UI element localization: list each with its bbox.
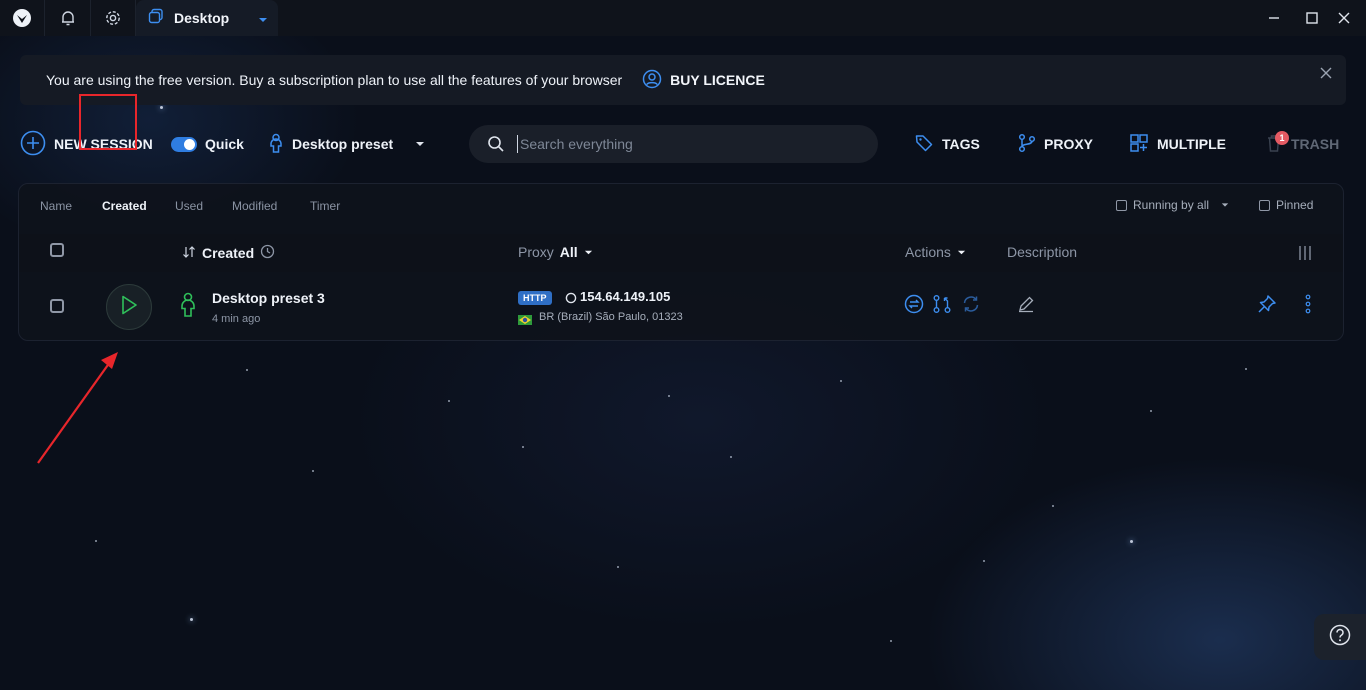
multiple-label: MULTIPLE	[1157, 136, 1226, 152]
proxy-filter-value: All	[559, 244, 578, 260]
banner-message: You are using the free version. Buy a su…	[46, 72, 623, 88]
trash-count-badge: 1	[1275, 131, 1289, 145]
free-version-banner: You are using the free version. Buy a su…	[20, 55, 1346, 105]
proxy-button[interactable]: PROXY	[1018, 130, 1093, 158]
sessions-table: Name Created Used Modified Timer Running…	[18, 183, 1344, 341]
actions-column-header[interactable]: Actions	[905, 244, 966, 260]
created-column-header[interactable]: Created	[182, 244, 275, 262]
swap-icon	[904, 294, 924, 319]
pinned-filter-label: Pinned	[1276, 198, 1314, 212]
pin-button[interactable]	[1256, 294, 1278, 319]
gear-icon[interactable]	[91, 0, 136, 36]
created-header-label: Created	[202, 245, 255, 261]
help-button[interactable]	[1314, 614, 1366, 660]
sort-tab-timer[interactable]: Timer	[310, 199, 340, 213]
grid-plus-icon	[1129, 133, 1149, 156]
chevron-down-icon	[584, 244, 593, 260]
tag-icon	[914, 133, 934, 156]
buy-licence-label: BUY LICENCE	[670, 72, 765, 88]
sort-tab-used[interactable]: Used	[175, 199, 203, 213]
chevron-down-icon	[957, 244, 966, 260]
sync-action-button[interactable]	[903, 294, 925, 319]
row-checkbox[interactable]	[50, 299, 64, 313]
proxy-column-header[interactable]: Proxy All	[518, 244, 593, 260]
quick-switch[interactable]	[171, 136, 197, 152]
running-by-filter[interactable]: Running by all	[1116, 198, 1229, 212]
search-bar	[469, 125, 878, 163]
multiple-button[interactable]: MULTIPLE	[1129, 130, 1226, 158]
select-all-checkbox[interactable]	[50, 243, 64, 257]
tab-label: Desktop	[174, 10, 230, 26]
proxy-ip[interactable]: 154.64.149.105	[580, 289, 670, 304]
buy-licence-button[interactable]: BUY LICENCE	[642, 69, 765, 92]
preset-label: Desktop preset	[292, 136, 394, 152]
brazil-flag-icon	[518, 312, 532, 330]
user-circle-icon	[642, 69, 662, 92]
proxy-branch-icon	[1018, 133, 1036, 156]
plus-circle-icon	[20, 130, 46, 159]
running-filter-label: Running by all	[1133, 198, 1210, 212]
proxy-label: PROXY	[1044, 136, 1094, 152]
question-icon	[1329, 624, 1351, 651]
vertical-dots-icon	[1305, 294, 1311, 319]
proxy-location: BR (Brazil) São Paulo, 01323	[539, 311, 683, 323]
sort-arrows-icon	[182, 245, 196, 262]
table-header: Created Proxy All Actions Description	[19, 234, 1343, 272]
running-checkbox[interactable]	[1116, 199, 1127, 211]
pinned-checkbox[interactable]	[1259, 199, 1270, 211]
description-column-header: Description	[1007, 244, 1078, 260]
refresh-icon	[961, 294, 981, 319]
trash-label: TRASH	[1291, 136, 1340, 152]
sort-tab-created[interactable]: Created	[102, 199, 147, 213]
pinned-filter[interactable]: Pinned	[1259, 198, 1313, 212]
red-arrow-annotation	[37, 352, 118, 464]
chevron-down-icon	[1221, 198, 1229, 212]
branch-icon	[932, 294, 952, 319]
profile-name[interactable]: Desktop preset 3	[212, 290, 325, 306]
pin-icon	[1257, 294, 1277, 319]
chevron-down-icon[interactable]	[258, 12, 268, 30]
bell-icon[interactable]	[46, 0, 91, 36]
tags-button[interactable]: TAGS	[914, 130, 980, 158]
start-session-button[interactable]	[106, 284, 152, 330]
chevron-down-icon	[415, 136, 425, 152]
preset-selector[interactable]: Desktop preset	[268, 130, 425, 158]
actions-header-label: Actions	[905, 244, 951, 260]
search-icon	[487, 135, 505, 153]
more-options-button[interactable]	[1297, 294, 1319, 319]
tags-label: TAGS	[942, 136, 980, 152]
pencil-icon	[1017, 295, 1035, 318]
sort-tab-name[interactable]: Name	[40, 199, 72, 213]
proxy-status-icon	[565, 291, 577, 309]
app-logo-icon[interactable]	[0, 0, 45, 36]
columns-settings-icon[interactable]	[1297, 245, 1313, 266]
search-input[interactable]	[517, 135, 852, 153]
proxy-action-button[interactable]	[931, 294, 953, 319]
profile-created-time: 4 min ago	[212, 313, 261, 325]
proxy-header-label: Proxy	[518, 244, 554, 260]
sort-tab-modified[interactable]: Modified	[232, 199, 277, 213]
quick-label: Quick	[205, 136, 244, 152]
close-window-button[interactable]	[1322, 0, 1366, 36]
clock-icon	[260, 244, 275, 262]
tab-desktop[interactable]: Desktop	[136, 0, 278, 36]
desktop-profiles-icon	[148, 8, 164, 29]
title-bar: Desktop	[0, 0, 1366, 36]
table-row[interactable]: Desktop preset 3 4 min ago HTTP 154.64.1…	[19, 272, 1343, 340]
profile-person-icon	[179, 292, 197, 323]
refresh-action-button[interactable]	[960, 295, 982, 317]
highlight-box	[79, 94, 137, 150]
quick-toggle[interactable]: Quick	[171, 130, 244, 158]
edit-description-button[interactable]	[1015, 295, 1037, 317]
banner-close-button[interactable]	[1316, 63, 1336, 83]
person-icon	[268, 133, 284, 156]
play-icon	[119, 294, 139, 321]
proxy-type-badge: HTTP	[518, 291, 552, 305]
